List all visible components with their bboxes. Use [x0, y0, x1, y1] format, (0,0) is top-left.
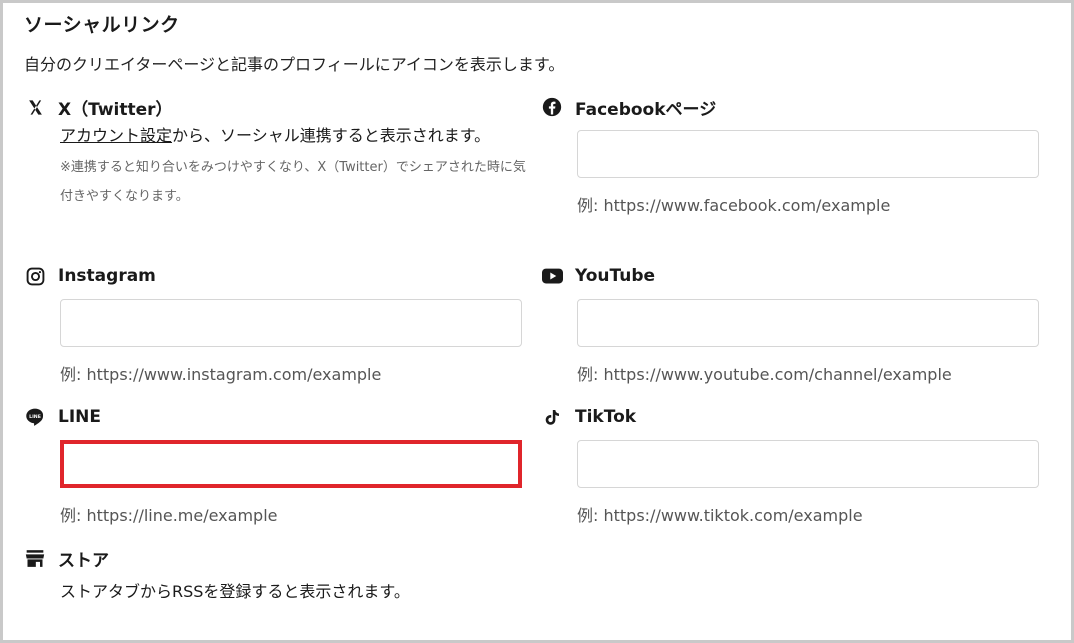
instagram-url-input[interactable]: [60, 299, 522, 347]
svg-text:LINE: LINE: [29, 414, 41, 420]
twitter-small-note: ※連携すると知り合いをみつけやすくなり、X（Twitter）でシェアされた時に気…: [60, 160, 526, 204]
instagram-icon: [24, 265, 46, 287]
store-note: ストアタブからRSSを登録すると表示されます。: [60, 582, 410, 601]
youtube-example: 例: https://www.youtube.com/channel/examp…: [577, 365, 952, 384]
service-youtube: YouTube 例: https://www.youtube.com/chann…: [541, 264, 1039, 385]
twitter-connect-note: アカウント設定から、ソーシャル連携すると表示されます。: [60, 123, 520, 149]
tiktok-example: 例: https://www.tiktok.com/example: [577, 506, 863, 525]
section-title: ソーシャルリンク: [24, 14, 180, 36]
tiktok-label: TikTok: [575, 407, 637, 427]
x-logo-icon: [24, 96, 46, 118]
youtube-icon: [541, 265, 563, 287]
youtube-label: YouTube: [575, 266, 656, 286]
line-url-input[interactable]: [60, 440, 522, 488]
tiktok-icon: [541, 406, 563, 428]
service-twitter: X（Twitter） アカウント設定から、ソーシャル連携すると表示されます。 ※…: [26, 95, 530, 211]
tiktok-url-input[interactable]: [577, 440, 1039, 488]
facebook-example: 例: https://www.facebook.com/example: [577, 196, 891, 215]
facebook-icon: [541, 96, 563, 118]
store-label: ストア: [58, 550, 109, 571]
store-icon: [24, 547, 46, 569]
instagram-example: 例: https://www.instagram.com/example: [60, 365, 382, 384]
line-label: LINE: [58, 407, 101, 427]
service-tiktok: TikTok 例: https://www.tiktok.com/example: [543, 405, 1039, 526]
line-example: 例: https://line.me/example: [60, 506, 278, 525]
twitter-label: X（Twitter）: [58, 99, 173, 120]
facebook-label: Facebookページ: [575, 99, 717, 120]
instagram-label: Instagram: [58, 266, 156, 286]
service-instagram: Instagram 例: https://www.instagram.com/e…: [26, 264, 522, 385]
facebook-url-input[interactable]: [577, 130, 1039, 178]
twitter-connect-text: から、ソーシャル連携すると表示されます。: [172, 126, 491, 145]
account-settings-link[interactable]: アカウント設定: [60, 126, 172, 145]
line-icon: LINE: [24, 406, 46, 428]
section-description: 自分のクリエイターページと記事のプロフィールにアイコンを表示します。: [24, 55, 565, 74]
youtube-url-input[interactable]: [577, 299, 1039, 347]
service-store: ストア ストアタブからRSSを登録すると表示されます。: [24, 546, 410, 602]
service-line: LINE LINE 例: https://line.me/example: [26, 405, 522, 526]
service-facebook: Facebookページ 例: https://www.facebook.com/…: [541, 95, 1039, 216]
